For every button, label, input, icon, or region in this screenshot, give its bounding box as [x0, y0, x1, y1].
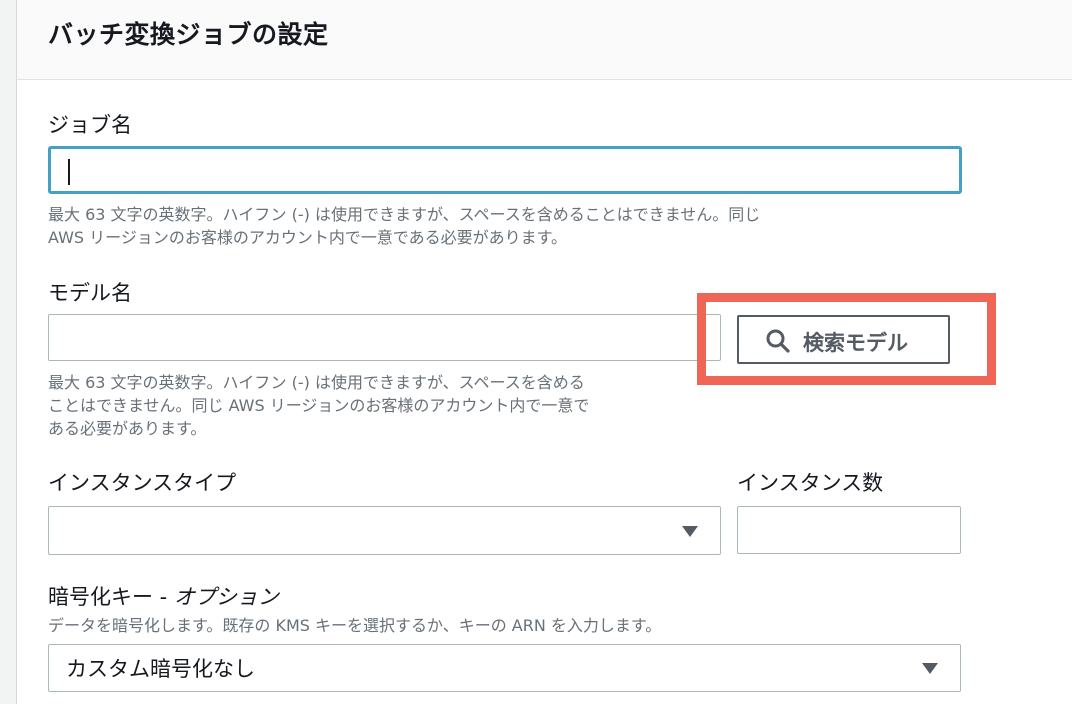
- caret-down-icon: [922, 663, 938, 674]
- instance-type-label: インスタンスタイプ: [48, 471, 237, 495]
- encryption-key-selected: カスタム暗号化なし: [66, 657, 255, 681]
- batch-transform-job-config-panel: バッチ変換ジョブの設定 ジョブ名 最大 63 文字の英数字。ハイフン (-) は…: [16, 0, 1072, 704]
- job-name-help: 最大 63 文字の英数字。ハイフン (-) は使用できますが、スペースを含めるこ…: [48, 203, 760, 249]
- optional-tag: オプション: [173, 585, 279, 609]
- encryption-key-label: 暗号化キー - オプション: [48, 581, 279, 611]
- highlight-annotation: [697, 293, 996, 385]
- model-name-help-line: ことはできません。同じ AWS リージョンのお客様のアカウント内で一意で: [48, 396, 590, 415]
- job-name-input[interactable]: [48, 146, 962, 194]
- instance-count-input[interactable]: [737, 506, 961, 554]
- job-name-help-line: AWS リージョンのお客様のアカウント内で一意である必要があります。: [48, 228, 568, 247]
- model-name-input[interactable]: [48, 314, 721, 361]
- model-name-help-line: 最大 63 文字の英数字。ハイフン (-) は使用できますが、スペースを含める: [48, 373, 585, 392]
- model-name-help: 最大 63 文字の英数字。ハイフン (-) は使用できますが、スペースを含める …: [48, 371, 589, 440]
- model-name-label: モデル名: [48, 281, 132, 305]
- instance-type-select[interactable]: [48, 506, 721, 555]
- panel-header: バッチ変換ジョブの設定: [17, 0, 1072, 80]
- model-name-help-line: ある必要があります。: [48, 419, 207, 438]
- caret-down-icon: [682, 525, 698, 537]
- encryption-key-select[interactable]: カスタム暗号化なし: [48, 644, 961, 692]
- job-name-help-line: 最大 63 文字の英数字。ハイフン (-) は使用できますが、スペースを含めるこ…: [48, 205, 761, 224]
- text-caret: [68, 159, 70, 185]
- encryption-key-help: データを暗号化します。既存の KMS キーを選択するか、キーの ARN を入力し…: [48, 616, 662, 635]
- instance-count-label: インスタンス数: [737, 471, 884, 495]
- page-title: バッチ変換ジョブの設定: [48, 20, 329, 49]
- encryption-key-label-text: 暗号化キー -: [48, 585, 174, 609]
- job-name-label: ジョブ名: [48, 113, 132, 137]
